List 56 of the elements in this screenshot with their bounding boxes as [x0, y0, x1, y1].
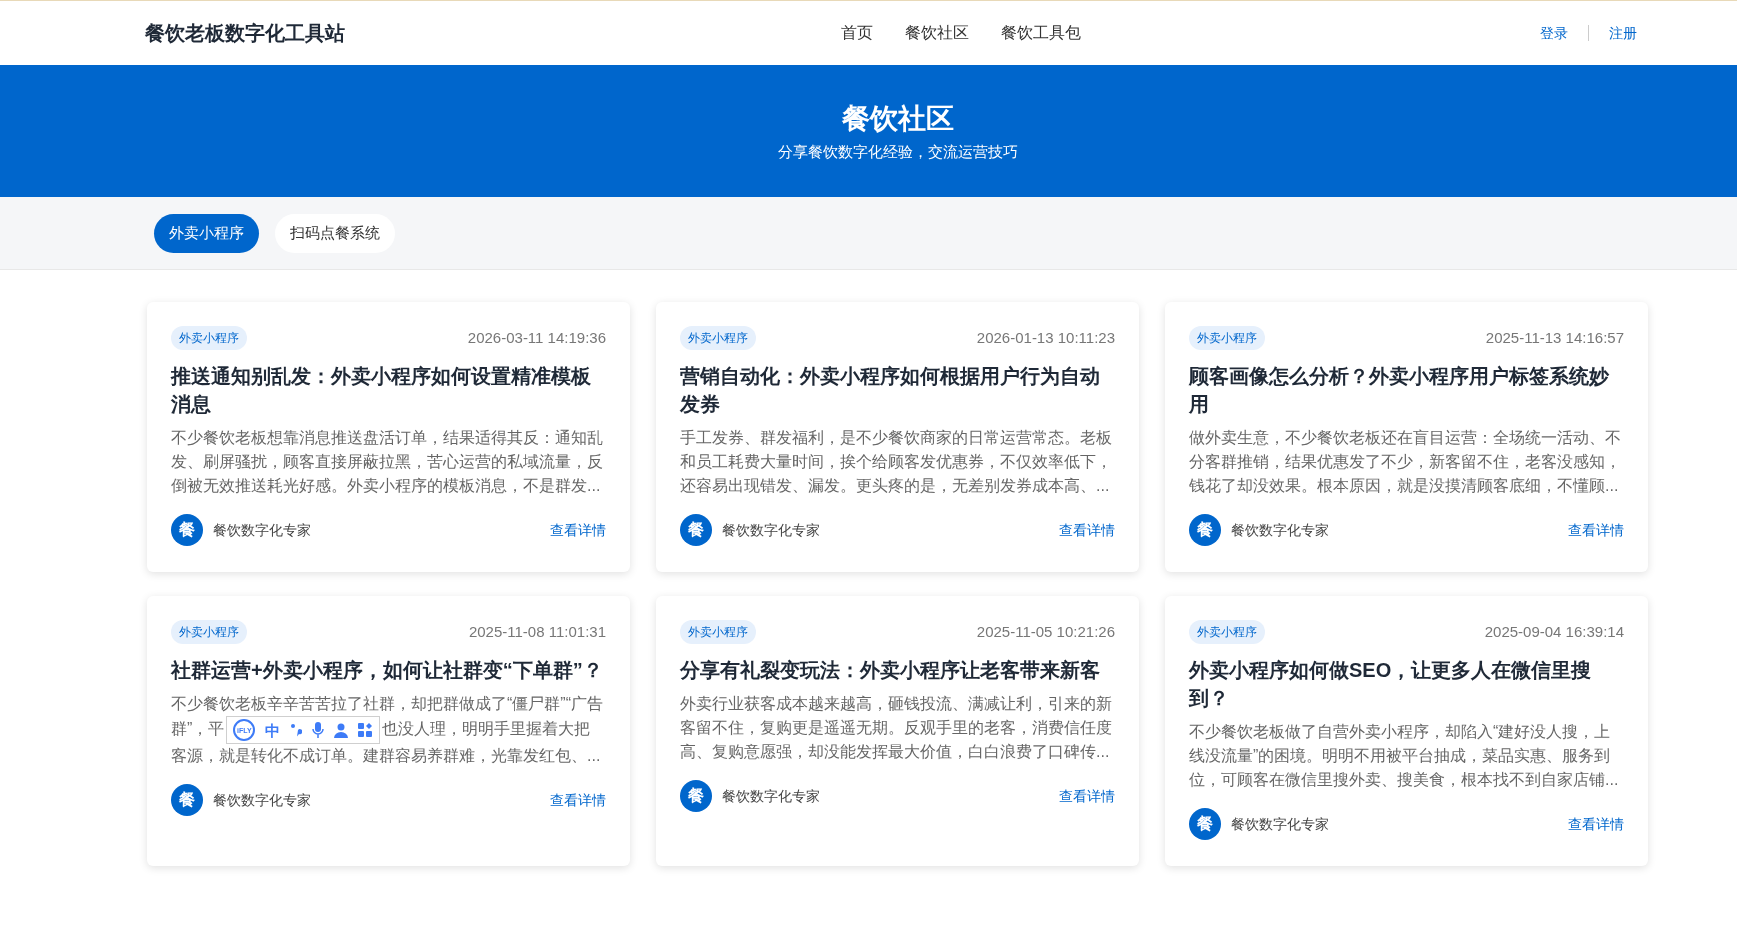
- article-title[interactable]: 社群运营+外卖小程序，如何让社群变“下单群”？: [171, 656, 606, 684]
- nav-link[interactable]: 首页: [841, 21, 873, 45]
- post-date: 2026-01-13 10:11:23: [976, 327, 1115, 348]
- hero-subtitle: 分享餐饮数字化经验，交流运营技巧: [777, 141, 1018, 162]
- author-avatar: 餐: [171, 514, 203, 546]
- user-icon[interactable]: [334, 722, 349, 738]
- author-avatar: 餐: [1189, 514, 1221, 546]
- post-date: 2025-11-13 14:16:57: [1485, 327, 1624, 348]
- author-name: 餐饮数字化专家: [722, 520, 820, 540]
- ime-mode-toggle[interactable]: 中: [265, 722, 281, 738]
- filter-tab[interactable]: 扫码点餐系统: [275, 213, 395, 253]
- article-excerpt: 手工发券、群发福利，是不少餐饮商家的日常运营常态。老板和员工耗费大量时间，挨个给顾客发优惠券，不仅效率低下，还容易出现错发、漏发。更头疼的是，无差别发券成本高、...: [680, 428, 1113, 496]
- view-details-link[interactable]: 查看详情: [1568, 813, 1624, 835]
- category-tag: 外卖小程序: [171, 620, 247, 644]
- category-tag: 外卖小程序: [680, 620, 756, 644]
- article-title[interactable]: 外卖小程序如何做SEO，让更多人在微信里搜到？: [1189, 656, 1624, 712]
- article-excerpt: 不少餐饮老板做了自营外卖小程序，却陷入“建好没人搜，上线没流量”的困境。明明不用被平台抽成，菜品实惠、服务到位，可顾客在微信里搜外卖、搜美食，根本找不到自家店铺...: [1189, 722, 1620, 790]
- apps-icon[interactable]: [358, 722, 374, 738]
- article-title[interactable]: 顾客画像怎么分析？外卖小程序用户标签系统妙用: [1189, 362, 1624, 418]
- article-title[interactable]: 分享有礼裂变玩法：外卖小程序让老客带来新客: [680, 656, 1115, 684]
- nav-link[interactable]: 餐饮社区: [905, 21, 969, 45]
- category-tag: 外卖小程序: [171, 326, 247, 350]
- post-date: 2025-11-05 10:21:26: [976, 621, 1115, 642]
- view-details-link[interactable]: 查看详情: [550, 519, 606, 541]
- post-date: 2026-03-11 14:19:36: [467, 327, 606, 348]
- filter-tab[interactable]: 外卖小程序: [154, 213, 259, 253]
- author-avatar: 餐: [680, 514, 712, 546]
- punctuation-icon[interactable]: [290, 723, 303, 737]
- article-excerpt: 做外卖生意，不少餐饮老板还在盲目运营：全场统一活动、不分客群推销，结果优惠发了不少，新客留不住，老客没感知，钱花了却没效果。根本原因，就是没摸清顾客底细，不懂顾...: [1189, 428, 1622, 496]
- auth-link[interactable]: 登录: [1540, 22, 1568, 44]
- article-title[interactable]: 推送通知别乱发：外卖小程序如何设置精准模板消息: [171, 362, 606, 418]
- article-excerpt: 不少餐饮老板想靠消息推送盘活订单，结果适得其反：通知乱发、刷屏骚扰，顾客直接屏蔽拉黑，苦心运营的私域流量，反倒被无效推送耗光好感。外卖小程序的模板消息，不是群发...: [171, 428, 604, 496]
- post-date: 2025-11-08 11:01:31: [468, 621, 606, 642]
- auth-link[interactable]: 注册: [1609, 22, 1637, 44]
- article-title[interactable]: 营销自动化：外卖小程序如何根据用户行为自动发券: [680, 362, 1115, 418]
- site-logo[interactable]: 餐饮老板数字化工具站: [145, 18, 545, 48]
- author-avatar: 餐: [680, 780, 712, 812]
- view-details-link[interactable]: 查看详情: [1568, 519, 1624, 541]
- post-date: 2025-09-04 16:39:14: [1484, 621, 1624, 642]
- article-excerpt: 外卖行业获客成本越来越高，砸钱投流、满减让利，引来的新客留不住，复购更是遥遥无期。反观手里的老客，消费信任度高、复购意愿强，却没能发挥最大价值，白白浪费了口碑传...: [680, 694, 1113, 762]
- author-avatar: 餐: [1189, 808, 1221, 840]
- view-details-link[interactable]: 查看详情: [1059, 785, 1115, 807]
- author-avatar: 餐: [171, 784, 203, 816]
- view-details-link[interactable]: 查看详情: [1059, 519, 1115, 541]
- category-tag: 外卖小程序: [680, 326, 756, 350]
- author-name: 餐饮数字化专家: [213, 790, 311, 810]
- hero-title: 餐饮社区: [841, 101, 954, 136]
- category-tag: 外卖小程序: [1189, 620, 1265, 644]
- author-name: 餐饮数字化专家: [213, 520, 311, 540]
- view-details-link[interactable]: 查看详情: [550, 789, 606, 811]
- author-name: 餐饮数字化专家: [1231, 814, 1329, 834]
- nav-link[interactable]: 餐饮工具包: [1001, 21, 1081, 45]
- category-tag: 外卖小程序: [1189, 326, 1265, 350]
- microphone-icon[interactable]: [312, 722, 325, 738]
- author-name: 餐饮数字化专家: [722, 786, 820, 806]
- author-name: 餐饮数字化专家: [1231, 520, 1329, 540]
